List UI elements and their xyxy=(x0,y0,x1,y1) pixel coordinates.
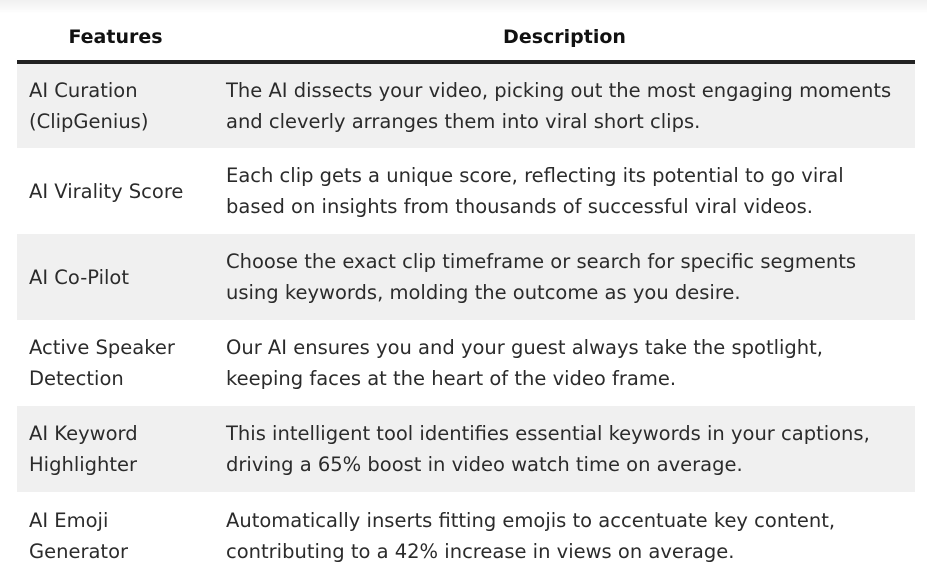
header-description: Description xyxy=(214,14,915,64)
feature-cell: AI Virality Score xyxy=(29,179,184,203)
header-row: Features Description xyxy=(17,14,915,64)
description-cell: Our AI ensures you and your guest always… xyxy=(226,336,824,390)
feature-cell: AI Co-Pilot xyxy=(17,234,214,320)
table-row: Active Speaker Detection Our AI ensures … xyxy=(17,320,915,406)
description-cell: Choose the exact clip timeframe or searc… xyxy=(214,234,915,320)
table-row: AI Keyword Highlighter This intelligent … xyxy=(17,406,915,492)
top-shadow xyxy=(0,0,927,14)
table-body: AI Curation (ClipGenius) The AI dissects… xyxy=(17,62,915,579)
table-row: AI Curation (ClipGenius) The AI dissects… xyxy=(17,62,915,148)
table-header: Features Description xyxy=(17,14,915,64)
table-row: AI Virality Score Each clip gets a uniqu… xyxy=(17,148,915,234)
feature-cell: AI Keyword Highlighter xyxy=(17,406,214,492)
description-cell: Automatically inserts fitting emojis to … xyxy=(226,508,836,563)
features-table: Features Description AI Curation (ClipGe… xyxy=(17,14,915,579)
page: Features Description AI Curation (ClipGe… xyxy=(0,0,927,587)
table-row: AI Emoji Generator Automatically inserts… xyxy=(17,492,915,579)
description-cell: Each clip gets a unique score, reflectin… xyxy=(226,164,844,218)
feature-cell: Active Speaker Detection xyxy=(29,336,175,390)
feature-cell: AI Emoji Generator xyxy=(29,508,129,563)
table-row: AI Co-Pilot Choose the exact clip timefr… xyxy=(17,234,915,320)
feature-cell: AI Curation (ClipGenius) xyxy=(17,62,214,148)
description-cell: This intelligent tool identifies essenti… xyxy=(214,406,915,492)
description-cell: The AI dissects your video, picking out … xyxy=(214,62,915,148)
header-features: Features xyxy=(17,14,214,64)
